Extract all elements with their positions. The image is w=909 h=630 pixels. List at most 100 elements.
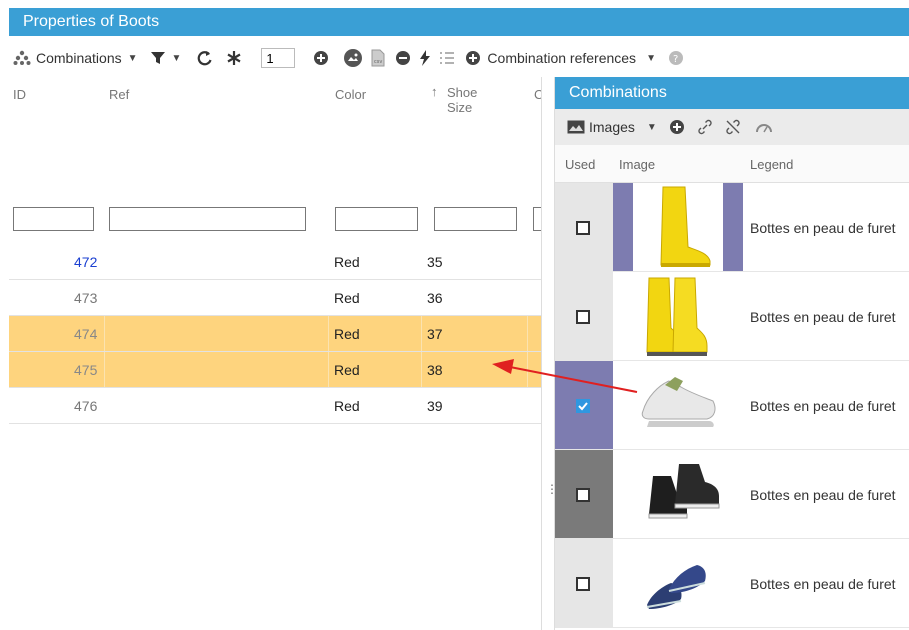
lightning-icon bbox=[420, 50, 431, 66]
image-row[interactable]: Bottes en peau de furet bbox=[555, 183, 909, 272]
table-row[interactable]: 476 Red 39 bbox=[9, 388, 541, 424]
unlink-button[interactable] bbox=[725, 119, 741, 135]
used-checkbox[interactable] bbox=[576, 577, 590, 591]
plus-circle-icon bbox=[314, 51, 329, 65]
plus-circle-icon bbox=[669, 120, 684, 134]
cell-legend: Bottes en peau de furet bbox=[750, 220, 896, 236]
table-row[interactable]: 473 Red 36 bbox=[9, 280, 541, 316]
used-checkbox[interactable] bbox=[576, 221, 590, 235]
image-row[interactable]: Bottes en peau de furet bbox=[555, 539, 909, 628]
add-image-button[interactable] bbox=[669, 119, 685, 135]
cell-legend: Bottes en peau de furet bbox=[750, 398, 896, 414]
row-divider bbox=[421, 244, 422, 279]
combination-references-menu[interactable]: Combination references ▼ bbox=[465, 50, 656, 66]
cell-legend: Bottes en peau de furet bbox=[750, 309, 896, 325]
checkmark-icon bbox=[578, 402, 588, 411]
link-icon bbox=[698, 119, 712, 135]
cell-id: 474 bbox=[74, 326, 98, 342]
used-cell[interactable] bbox=[555, 183, 613, 271]
combinations-images-panel: Combinations Images ▼ Used Image Legend … bbox=[555, 77, 909, 630]
yellow-short-boots-image bbox=[613, 272, 743, 360]
page-number-input[interactable] bbox=[261, 48, 296, 68]
column-header-image[interactable]: Image bbox=[619, 157, 655, 172]
column-header-id[interactable]: ID bbox=[13, 87, 26, 102]
panel-title-bar: Combinations bbox=[555, 77, 909, 109]
list-button[interactable] bbox=[439, 50, 455, 66]
column-header-partial[interactable]: C bbox=[534, 87, 541, 102]
cell-legend: Bottes en peau de furet bbox=[750, 487, 896, 503]
used-checkbox[interactable] bbox=[576, 310, 590, 324]
help-button[interactable]: ? bbox=[668, 50, 684, 66]
cell-shoe-size: 37 bbox=[427, 326, 443, 342]
image-assign-button[interactable] bbox=[343, 48, 363, 68]
unlink-icon bbox=[726, 119, 740, 135]
add-button[interactable] bbox=[313, 50, 329, 66]
cell-id: 472 bbox=[74, 254, 98, 270]
table-row[interactable]: 472 Red 35 bbox=[9, 244, 541, 280]
select-all-button[interactable] bbox=[225, 49, 243, 67]
table-row[interactable]: 475 Red 38 bbox=[9, 352, 541, 388]
row-divider bbox=[328, 280, 329, 315]
images-menu[interactable]: Images ▼ bbox=[567, 119, 657, 135]
minus-circle-icon bbox=[396, 51, 411, 65]
filter-next-input[interactable] bbox=[533, 207, 541, 231]
csv-export-button[interactable]: csv bbox=[371, 49, 385, 67]
used-cell[interactable] bbox=[555, 361, 613, 449]
cell-id: 476 bbox=[74, 398, 98, 414]
images-label: Images bbox=[589, 119, 635, 135]
combinations-grid: ID Ref Color ↑ Shoe Size C 472 Red 35 473 Re… bbox=[9, 77, 541, 630]
filter-button[interactable]: ▼ bbox=[150, 50, 181, 66]
cell-id: 475 bbox=[74, 362, 98, 378]
row-divider bbox=[328, 244, 329, 279]
used-checkbox[interactable] bbox=[576, 488, 590, 502]
plus-circle-icon bbox=[466, 51, 481, 65]
link-button[interactable] bbox=[697, 119, 713, 135]
row-divider bbox=[421, 280, 422, 315]
used-cell[interactable] bbox=[555, 450, 613, 538]
combination-references-label: Combination references bbox=[487, 50, 637, 66]
filter-ref-input[interactable] bbox=[109, 207, 306, 231]
image-rotate-icon bbox=[344, 49, 363, 67]
column-header-legend[interactable]: Legend bbox=[750, 157, 793, 172]
column-header-shoe-size[interactable]: ↑ Shoe Size bbox=[431, 84, 477, 115]
row-divider bbox=[421, 316, 422, 351]
cell-color: Red bbox=[334, 362, 360, 378]
gauge-button[interactable] bbox=[755, 120, 773, 134]
image-row[interactable]: Bottes en peau de furet bbox=[555, 361, 909, 450]
row-divider bbox=[527, 244, 528, 279]
cell-color: Red bbox=[334, 398, 360, 414]
chevron-down-icon: ▼ bbox=[646, 121, 657, 133]
used-checkbox[interactable] bbox=[576, 399, 590, 413]
cell-shoe-size: 39 bbox=[427, 398, 443, 414]
panel-toolbar: Images ▼ bbox=[555, 109, 909, 145]
generate-button[interactable] bbox=[419, 49, 431, 67]
window-title: Properties of Boots bbox=[23, 13, 160, 30]
asterisk-icon bbox=[227, 51, 241, 65]
row-divider bbox=[421, 352, 422, 387]
filter-icon bbox=[150, 52, 165, 64]
panel-splitter[interactable]: ⋮ bbox=[541, 77, 558, 630]
row-divider bbox=[527, 316, 528, 351]
column-header-color[interactable]: Color bbox=[335, 87, 366, 102]
column-header-ref[interactable]: Ref bbox=[109, 87, 129, 102]
filter-shoe-size-input[interactable] bbox=[434, 207, 517, 231]
used-cell[interactable] bbox=[555, 272, 613, 360]
filter-color-input[interactable] bbox=[335, 207, 418, 231]
refresh-button[interactable] bbox=[195, 49, 213, 67]
refresh-icon bbox=[198, 51, 212, 66]
combinations-menu[interactable]: Combinations ▼ bbox=[13, 50, 138, 66]
combinations-icon bbox=[13, 50, 31, 65]
image-row[interactable]: Bottes en peau de furet bbox=[555, 450, 909, 539]
cell-legend: Bottes en peau de furet bbox=[750, 576, 896, 592]
chevron-down-icon: ▼ bbox=[127, 52, 138, 64]
remove-button[interactable] bbox=[395, 50, 411, 66]
row-divider bbox=[328, 352, 329, 387]
filter-id-input[interactable] bbox=[13, 207, 94, 231]
svg-text:csv: csv bbox=[374, 59, 382, 65]
cell-color: Red bbox=[334, 254, 360, 270]
image-row[interactable]: Bottes en peau de furet bbox=[555, 272, 909, 361]
column-header-used[interactable]: Used bbox=[565, 157, 595, 172]
row-divider bbox=[421, 388, 422, 423]
table-row[interactable]: 474 Red 37 bbox=[9, 316, 541, 352]
used-cell[interactable] bbox=[555, 539, 613, 627]
